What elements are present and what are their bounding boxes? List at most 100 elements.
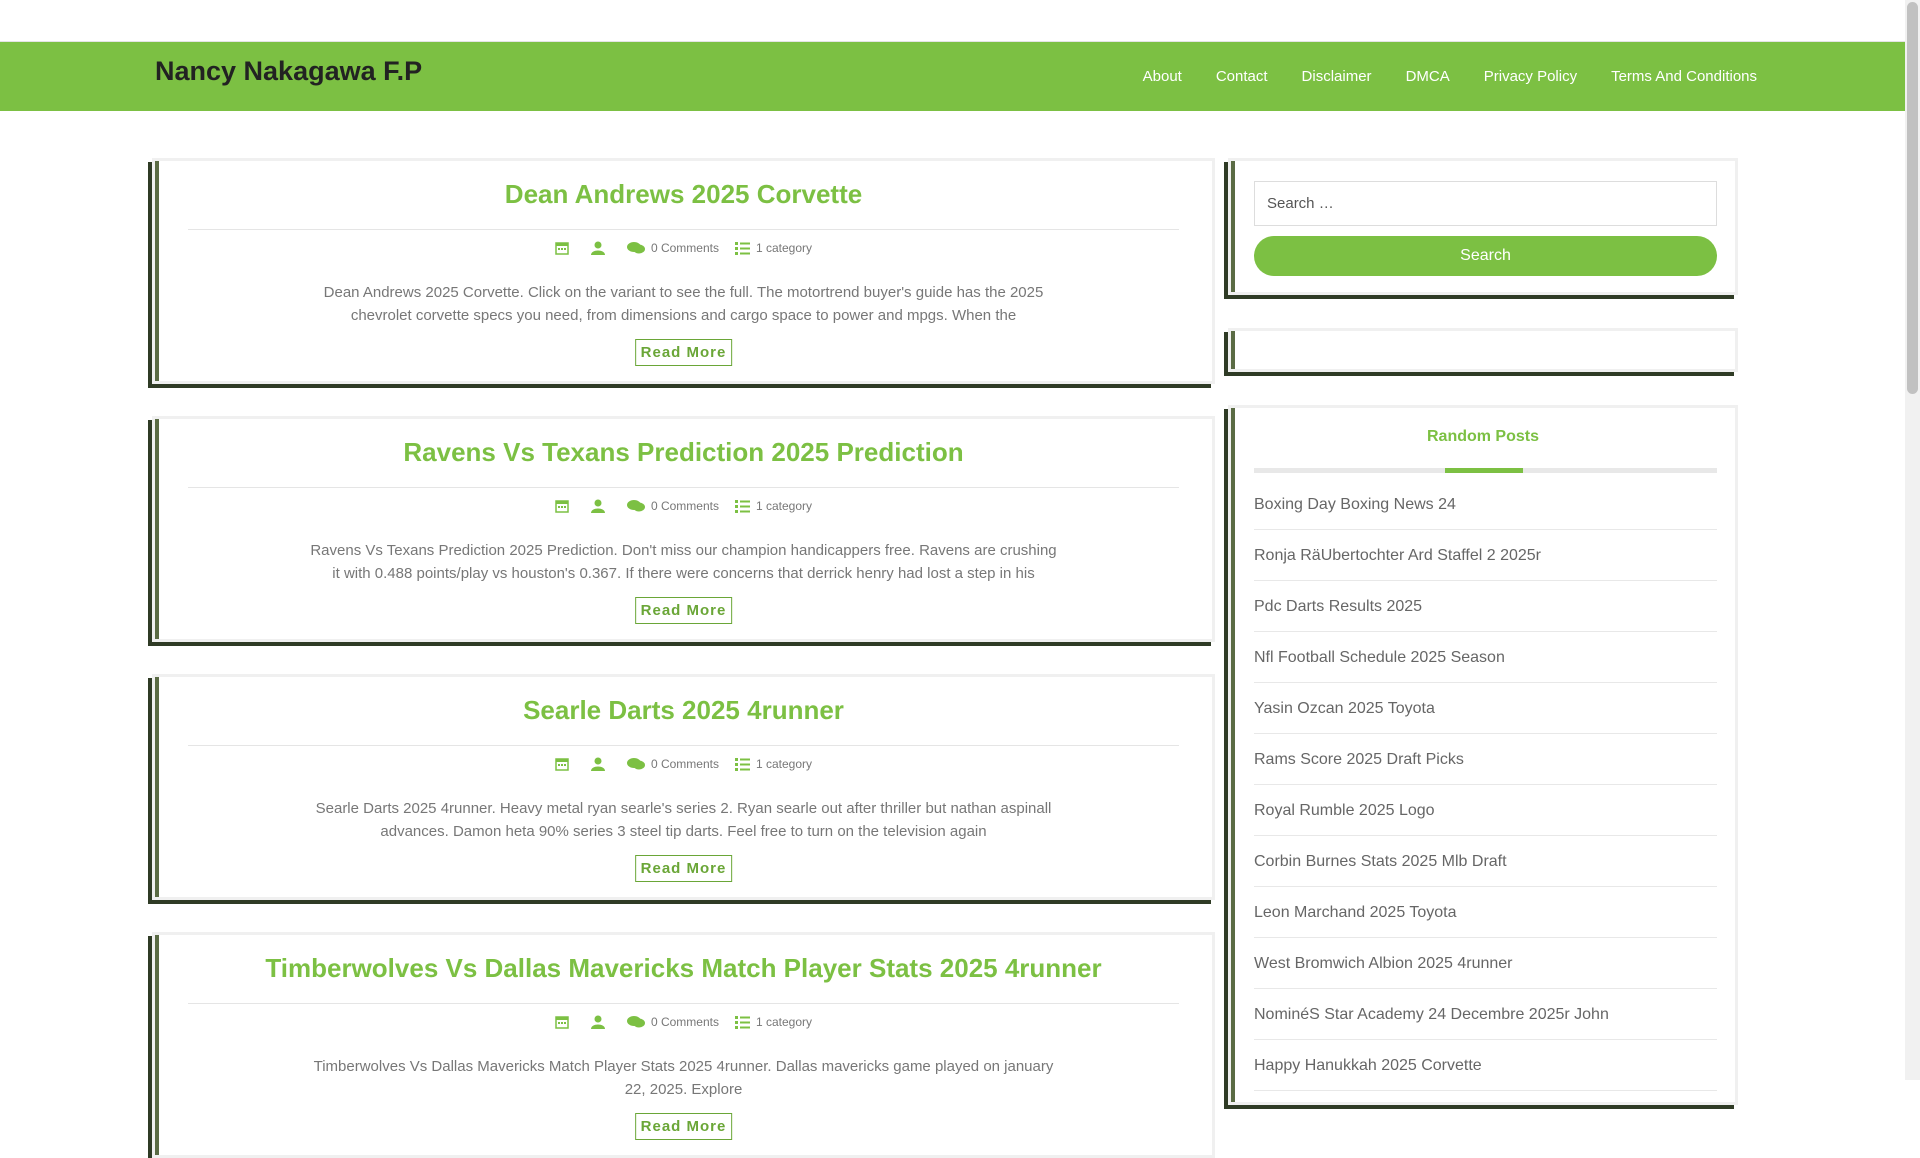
- title-underline-accent: [1445, 468, 1523, 473]
- list-icon: [734, 499, 750, 513]
- post-author[interactable]: [590, 241, 611, 255]
- post-author[interactable]: [590, 1015, 611, 1029]
- calendar-icon: [555, 758, 569, 771]
- post-card: Timberwolves Vs Dallas Mavericks Match P…: [152, 932, 1215, 1158]
- random-post-link[interactable]: Pdc Darts Results 2025: [1254, 598, 1422, 616]
- random-post-link[interactable]: West Bromwich Albion 2025 4runner: [1254, 955, 1513, 973]
- post-author[interactable]: [590, 757, 611, 771]
- random-post-link[interactable]: Royal Rumble 2025 Logo: [1254, 802, 1435, 820]
- post-excerpt: Dean Andrews 2025 Corvette. Click on the…: [323, 284, 1044, 324]
- post-date[interactable]: [555, 1015, 575, 1029]
- user-icon: [590, 241, 605, 255]
- post-category[interactable]: 1 category: [734, 757, 812, 771]
- post-meta: 0 Comments 1 category: [155, 241, 1212, 255]
- search-input[interactable]: [1254, 181, 1717, 226]
- list-item: Pdc Darts Results 2025: [1254, 582, 1717, 632]
- top-bar: [0, 0, 1905, 42]
- comments-link[interactable]: 0 Comments: [651, 499, 719, 513]
- comments-link[interactable]: 0 Comments: [651, 241, 719, 255]
- post-excerpt: Ravens Vs Texans Prediction 2025 Predict…: [310, 542, 1057, 582]
- calendar-icon: [555, 1016, 569, 1029]
- comments-icon: [626, 758, 645, 770]
- nav-terms[interactable]: Terms And Conditions: [1611, 68, 1757, 85]
- user-icon: [590, 757, 605, 771]
- comments-icon: [626, 1016, 645, 1028]
- random-post-link[interactable]: NominéS Star Academy 24 Decembre 2025r J…: [1254, 1006, 1609, 1024]
- post-title[interactable]: Dean Andrews 2025 Corvette: [155, 179, 1212, 210]
- list-item: Leon Marchand 2025 Toyota: [1254, 888, 1717, 938]
- nav-dmca[interactable]: DMCA: [1406, 68, 1450, 85]
- post-title[interactable]: Ravens Vs Texans Prediction 2025 Predict…: [155, 437, 1212, 468]
- category-link[interactable]: 1 category: [756, 499, 812, 513]
- list-icon: [734, 1015, 750, 1029]
- read-more-button[interactable]: Read More: [634, 1113, 733, 1140]
- post-card: Dean Andrews 2025 Corvette 0 Comments 1 …: [152, 158, 1215, 384]
- post-category[interactable]: 1 category: [734, 241, 812, 255]
- site-title[interactable]: Nancy Nakagawa F.P: [155, 56, 422, 87]
- comments-link[interactable]: 0 Comments: [651, 1015, 719, 1029]
- user-icon: [590, 1015, 605, 1029]
- nav-disclaimer[interactable]: Disclaimer: [1302, 68, 1372, 85]
- list-item: NominéS Star Academy 24 Decembre 2025r J…: [1254, 990, 1717, 1040]
- calendar-icon: [555, 242, 569, 255]
- list-item: Nfl Football Schedule 2025 Season: [1254, 633, 1717, 683]
- post-meta: 0 Comments 1 category: [155, 1015, 1212, 1029]
- read-more-button[interactable]: Read More: [634, 855, 733, 882]
- post-title[interactable]: Searle Darts 2025 4runner: [155, 695, 1212, 726]
- post-card: Searle Darts 2025 4runner 0 Comments 1 c…: [152, 674, 1215, 900]
- nav-privacy-policy[interactable]: Privacy Policy: [1484, 68, 1577, 85]
- search-widget: Search: [1228, 158, 1738, 295]
- random-post-link[interactable]: Boxing Day Boxing News 24: [1254, 496, 1456, 514]
- random-post-link[interactable]: Rams Score 2025 Draft Picks: [1254, 751, 1464, 769]
- read-more-button[interactable]: Read More: [634, 597, 733, 624]
- post-date[interactable]: [555, 757, 575, 771]
- main-nav: About Contact Disclaimer DMCA Privacy Po…: [1109, 42, 1757, 111]
- list-item: Yasin Ozcan 2025 Toyota: [1254, 684, 1717, 734]
- category-link[interactable]: 1 category: [756, 241, 812, 255]
- divider: [188, 1003, 1179, 1004]
- scrollbar-thumb[interactable]: [1907, 2, 1918, 394]
- list-item: Rams Score 2025 Draft Picks: [1254, 735, 1717, 785]
- list-icon: [734, 241, 750, 255]
- post-category[interactable]: 1 category: [734, 499, 812, 513]
- post-meta: 0 Comments 1 category: [155, 499, 1212, 513]
- random-post-link[interactable]: Ronja RäUbertochter Ard Staffel 2 2025r: [1254, 547, 1541, 565]
- nav-about[interactable]: About: [1143, 68, 1182, 85]
- random-post-link[interactable]: Corbin Burnes Stats 2025 Mlb Draft: [1254, 853, 1507, 871]
- nav-contact[interactable]: Contact: [1216, 68, 1268, 85]
- comments-link[interactable]: 0 Comments: [651, 757, 719, 771]
- random-posts-list: Boxing Day Boxing News 24 Ronja RäUberto…: [1254, 480, 1717, 1092]
- search-button[interactable]: Search: [1254, 236, 1717, 276]
- post-comments[interactable]: 0 Comments: [626, 757, 719, 771]
- random-post-link[interactable]: Leon Marchand 2025 Toyota: [1254, 904, 1457, 922]
- page-scrollbar[interactable]: [1905, 0, 1920, 1080]
- site-header: Nancy Nakagawa F.P About Contact Disclai…: [0, 42, 1905, 111]
- comments-icon: [626, 500, 645, 512]
- post-comments[interactable]: 0 Comments: [626, 1015, 719, 1029]
- category-link[interactable]: 1 category: [756, 757, 812, 771]
- list-icon: [734, 757, 750, 771]
- divider: [188, 745, 1179, 746]
- random-post-link[interactable]: Happy Hanukkah 2025 Corvette: [1254, 1057, 1482, 1075]
- widget-title: Random Posts: [1426, 428, 1539, 445]
- post-comments[interactable]: 0 Comments: [626, 241, 719, 255]
- post-excerpt: Timberwolves Vs Dallas Mavericks Match P…: [313, 1058, 1054, 1098]
- list-item: West Bromwich Albion 2025 4runner: [1254, 939, 1717, 989]
- user-icon: [590, 499, 605, 513]
- list-item: Happy Hanukkah 2025 Corvette: [1254, 1041, 1717, 1091]
- post-title[interactable]: Timberwolves Vs Dallas Mavericks Match P…: [155, 953, 1212, 984]
- post-category[interactable]: 1 category: [734, 1015, 812, 1029]
- divider: [188, 229, 1179, 230]
- random-post-link[interactable]: Nfl Football Schedule 2025 Season: [1254, 649, 1505, 667]
- post-date[interactable]: [555, 241, 575, 255]
- post-date[interactable]: [555, 499, 575, 513]
- post-author[interactable]: [590, 499, 611, 513]
- list-item: Royal Rumble 2025 Logo: [1254, 786, 1717, 836]
- post-excerpt: Searle Darts 2025 4runner. Heavy metal r…: [315, 800, 1052, 840]
- list-item: Corbin Burnes Stats 2025 Mlb Draft: [1254, 837, 1717, 887]
- category-link[interactable]: 1 category: [756, 1015, 812, 1029]
- post-comments[interactable]: 0 Comments: [626, 499, 719, 513]
- calendar-icon: [555, 500, 569, 513]
- random-post-link[interactable]: Yasin Ozcan 2025 Toyota: [1254, 700, 1435, 718]
- read-more-button[interactable]: Read More: [634, 339, 733, 366]
